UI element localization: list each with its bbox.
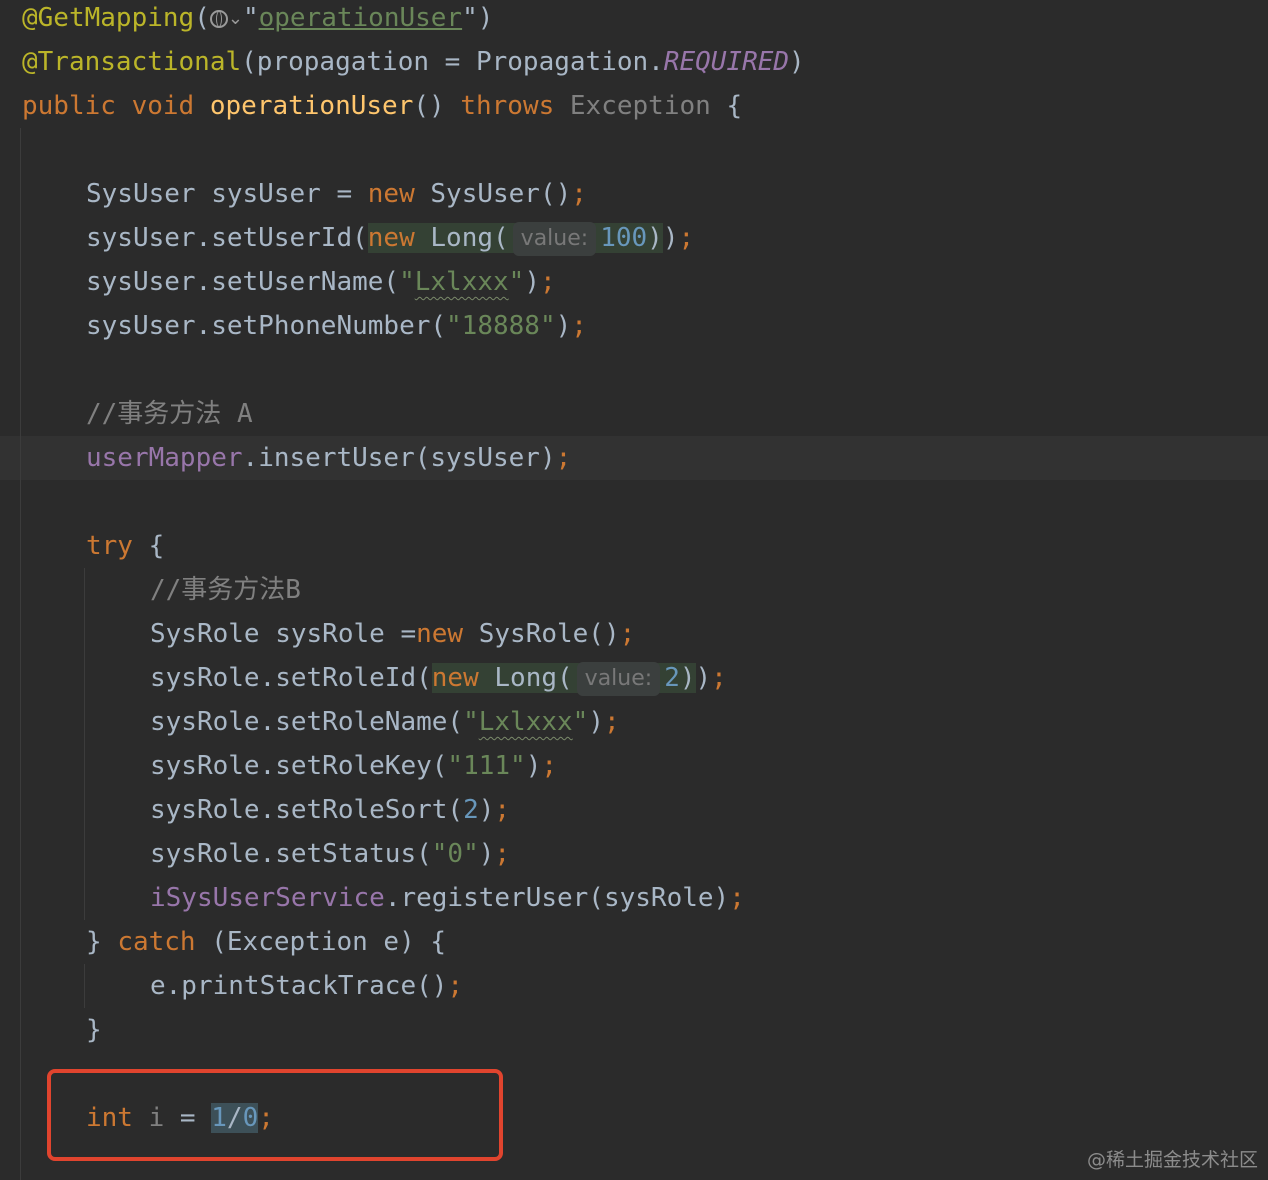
keyword-new: new bbox=[367, 179, 415, 209]
code-line-set-role-name: sysRole.setRoleName("Lxlxxx"); bbox=[150, 707, 620, 737]
keyword-void: void bbox=[131, 91, 195, 121]
method-name: operationUser bbox=[209, 91, 414, 121]
new-long-highlight: new Long(value: 2) bbox=[431, 662, 696, 696]
new-long-highlight: new Long(value: 100) bbox=[367, 222, 663, 256]
sysrole-ctor: SysRole() bbox=[478, 619, 620, 649]
param-hint-value: value: bbox=[576, 662, 661, 696]
comment-b: //事务方法B bbox=[150, 575, 301, 605]
transactional-args: (propagation = Propagation. bbox=[241, 47, 664, 77]
role-name-value: Lxlxxx bbox=[478, 707, 573, 737]
watermark: @稀土掘金技术社区 bbox=[1086, 1149, 1258, 1171]
code-line-set-user-name: sysUser.setUserName("Lxlxxx"); bbox=[86, 267, 556, 297]
constant-required: REQUIRED bbox=[663, 47, 790, 77]
insert-user-call: .insertUser(sysUser) bbox=[242, 443, 556, 473]
keyword-throws: throws bbox=[460, 91, 555, 121]
code-line-register-user: iSysUserService.registerUser(sysRole); bbox=[150, 883, 745, 913]
code-line-2: @Transactional(propagation = Propagation… bbox=[22, 47, 805, 77]
phone-value: "18888" bbox=[446, 311, 556, 341]
code-line-set-status: sysRole.setStatus("0"); bbox=[150, 839, 511, 869]
sysrole-decl: SysRole sysRole = bbox=[150, 619, 417, 649]
set-user-id-call: sysUser.setUserId( bbox=[86, 223, 368, 253]
user-mapper-field: userMapper bbox=[86, 443, 243, 473]
sysuser-ctor: SysUser() bbox=[430, 179, 572, 209]
code-line-set-role-sort: sysRole.setRoleSort(2); bbox=[150, 795, 511, 825]
code-line-1: @GetMapping(⌄"operationUser") bbox=[22, 3, 494, 33]
sys-user-service-field: iSysUserService bbox=[150, 883, 385, 913]
status-value: "0" bbox=[431, 839, 479, 869]
role-id-value: 2 bbox=[664, 663, 680, 693]
print-stack-trace-call: e.printStackTrace() bbox=[150, 971, 448, 1001]
catch-args: (Exception e) { bbox=[211, 927, 447, 957]
code-line-set-user-id: sysUser.setUserId(new Long(value: 100)); bbox=[86, 216, 694, 260]
code-line-catch: } catch (Exception e) { bbox=[86, 927, 447, 957]
exception-type: Exception bbox=[569, 91, 711, 121]
code-line-insert-user[interactable]: userMapper.insertUser(sysUser); bbox=[86, 436, 571, 480]
code-line-sysuser-decl: SysUser sysUser = new SysUser(); bbox=[86, 179, 587, 209]
code-line-set-role-id: sysRole.setRoleId(new Long(value: 2)); bbox=[150, 656, 727, 700]
set-phone-call: sysUser.setPhoneNumber( bbox=[86, 311, 447, 341]
indent-guide bbox=[20, 128, 21, 1180]
annotation-getmapping: @GetMapping bbox=[22, 3, 195, 33]
keyword-catch: catch bbox=[117, 927, 196, 957]
code-line-try: try { bbox=[86, 531, 165, 561]
comment-a: //事务方法 A bbox=[86, 399, 253, 429]
highlight-box bbox=[47, 1069, 503, 1161]
set-role-key-call: sysRole.setRoleKey( bbox=[150, 751, 448, 781]
indent-guide bbox=[84, 964, 85, 1008]
user-name-value: Lxlxxx bbox=[414, 267, 509, 297]
code-line-sysrole-decl: SysRole sysRole =new SysRole(); bbox=[150, 619, 636, 649]
indent-guide bbox=[84, 568, 85, 920]
code-line-set-phone: sysUser.setPhoneNumber("18888"); bbox=[86, 311, 587, 341]
set-role-sort-call: sysRole.setRoleSort( bbox=[150, 795, 464, 825]
mapping-path[interactable]: operationUser bbox=[259, 3, 463, 33]
globe-icon[interactable] bbox=[209, 10, 228, 28]
code-line-print-stack: e.printStackTrace(); bbox=[150, 971, 464, 1001]
keyword-try: try bbox=[86, 531, 133, 561]
code-line-3: public void operationUser() throws Excep… bbox=[22, 91, 743, 121]
role-sort-value: 2 bbox=[463, 795, 479, 825]
code-line-set-role-key: sysRole.setRoleKey("111"); bbox=[150, 751, 558, 781]
set-user-name-call: sysUser.setUserName( bbox=[86, 267, 400, 297]
set-role-id-call: sysRole.setRoleId( bbox=[150, 663, 432, 693]
register-user-call: .registerUser(sysRole) bbox=[384, 883, 730, 913]
set-role-name-call: sysRole.setRoleName( bbox=[150, 707, 464, 737]
user-id-value: 100 bbox=[600, 223, 648, 253]
chevron-down-icon[interactable]: ⌄ bbox=[228, 8, 243, 29]
role-key-value: "111" bbox=[447, 751, 526, 781]
sysuser-decl: SysUser sysUser = bbox=[86, 179, 368, 209]
annotation-transactional: @Transactional bbox=[22, 47, 242, 77]
param-hint-value: value: bbox=[512, 222, 597, 256]
set-status-call: sysRole.setStatus( bbox=[150, 839, 432, 869]
code-line-close-brace: } bbox=[86, 1015, 102, 1045]
keyword-public: public bbox=[22, 91, 116, 121]
